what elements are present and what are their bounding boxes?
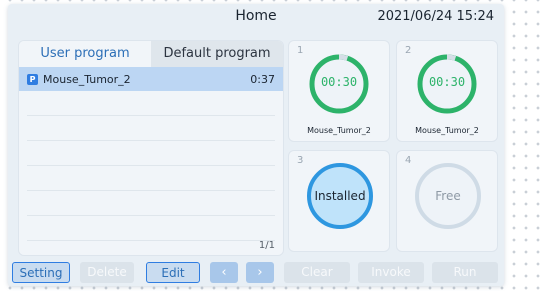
program-list: P Mouse_Tumor_2 0:37: [19, 67, 283, 241]
well-3[interactable]: 3 Installed: [288, 150, 390, 252]
tab-default-program[interactable]: Default program: [151, 41, 283, 67]
timer-dial: 00:30: [416, 53, 478, 119]
well-number: 2: [405, 45, 412, 56]
program-name: Mouse_Tumor_2: [43, 72, 131, 86]
run-button[interactable]: Run: [432, 262, 498, 283]
program-row-empty[interactable]: [27, 166, 275, 191]
clear-button[interactable]: Clear: [284, 262, 350, 283]
well-number: 3: [297, 155, 304, 166]
well-status-label: Installed: [314, 189, 366, 203]
program-row-empty[interactable]: [27, 216, 275, 241]
installed-indicator: Installed: [307, 163, 373, 229]
timer-countdown: 00:30: [320, 75, 358, 89]
well-status-label: Free: [435, 189, 461, 203]
edit-button[interactable]: Edit: [146, 262, 200, 283]
program-tabs: User program Default program: [19, 41, 283, 67]
program-panel: User program Default program P Mouse_Tum…: [18, 40, 284, 256]
tab-user-program[interactable]: User program: [19, 41, 151, 67]
program-row-empty[interactable]: [27, 191, 275, 216]
timer-dial: 00:30: [308, 53, 370, 119]
device-screen: Home 2021/06/24 15:24 User program Defau…: [8, 4, 504, 286]
chevron-right-icon[interactable]: ›: [246, 262, 274, 283]
program-row-empty[interactable]: [27, 116, 275, 141]
well-number: 4: [405, 155, 412, 166]
timer-countdown: 00:30: [428, 75, 466, 89]
program-icon: P: [27, 73, 38, 85]
well-program-name: Mouse_Tumor_2: [415, 126, 479, 135]
well-4[interactable]: 4 Free: [396, 150, 498, 252]
program-row-empty[interactable]: [27, 91, 275, 116]
program-duration: 0:37: [250, 72, 275, 86]
program-row-empty[interactable]: [27, 141, 275, 166]
datetime-display: 2021/06/24 15:24: [377, 9, 494, 24]
well-2[interactable]: 2 00:30 Mouse_Tumor_2: [396, 40, 498, 142]
well-number: 1: [297, 45, 304, 56]
delete-button[interactable]: Delete: [80, 262, 134, 283]
setting-button[interactable]: Setting: [12, 262, 70, 283]
well-1[interactable]: 1 00:30 Mouse_Tumor_2: [288, 40, 390, 142]
page-indicator: 1/1: [258, 240, 275, 251]
program-row-selected[interactable]: P Mouse_Tumor_2 0:37: [19, 67, 283, 91]
free-indicator: Free: [415, 163, 481, 229]
chevron-left-icon[interactable]: ‹: [210, 262, 238, 283]
well-program-name: Mouse_Tumor_2: [307, 126, 371, 135]
invoke-button[interactable]: Invoke: [358, 262, 424, 283]
